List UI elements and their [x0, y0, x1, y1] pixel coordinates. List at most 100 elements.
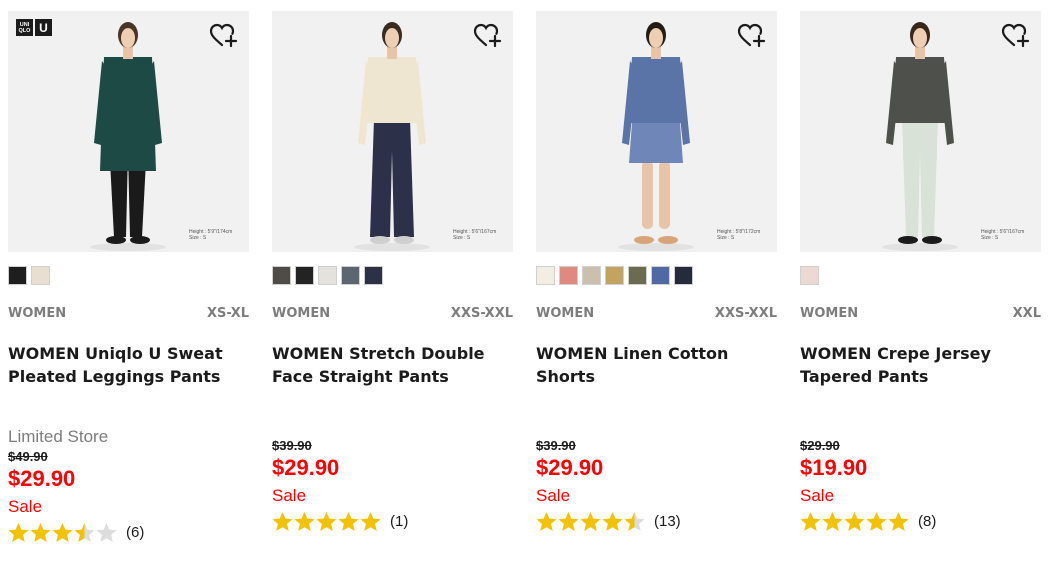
star-icon — [866, 511, 887, 531]
heart-plus-icon[interactable] — [737, 23, 767, 49]
model-size: Size : S — [717, 235, 735, 241]
rating-stars — [8, 522, 117, 543]
sale-price: $29.90 — [536, 455, 604, 480]
review-count: (6) — [126, 523, 145, 541]
color-swatch[interactable] — [559, 266, 578, 285]
color-swatch[interactable] — [272, 266, 291, 285]
product-image[interactable]: Height : 5'6"/167cm Size : S — [800, 11, 1041, 252]
color-swatch[interactable] — [628, 266, 647, 285]
heart-plus-icon[interactable] — [1001, 23, 1031, 49]
logo-uniqlo-mark: UNI QLO — [16, 19, 33, 36]
product-image[interactable]: UNI QLO U Height : 5'9"/174cm Size : S — [8, 11, 249, 252]
star-icon — [800, 511, 821, 531]
color-swatch[interactable] — [674, 266, 693, 285]
color-swatch[interactable] — [295, 266, 314, 285]
product-rating[interactable]: (13) — [536, 508, 777, 534]
color-swatch[interactable] — [582, 266, 601, 285]
star-icon — [360, 511, 381, 531]
review-count: (13) — [654, 512, 681, 530]
star-icon — [888, 511, 909, 531]
product-image[interactable]: Height : 5'6"/167cm Size : S — [272, 11, 513, 252]
model-height-note: Height : 5'6"/167cm Size : S — [981, 229, 1033, 241]
star-icon — [52, 522, 73, 542]
rating-stars — [536, 511, 645, 532]
star-icon — [822, 511, 843, 531]
price-block: $39.90 $29.90 Sale (13) — [536, 437, 777, 534]
product-card[interactable]: Height : 5'8"/172cm Size : S WOMEN XXS-XXL W… — [536, 11, 777, 565]
star-icon — [624, 511, 645, 531]
star-icon — [602, 511, 623, 531]
original-price: $49.90 — [8, 449, 48, 464]
color-swatches — [536, 266, 693, 285]
product-name[interactable]: WOMEN Stretch Double Face Straight Pants — [272, 342, 513, 388]
color-swatch[interactable] — [31, 266, 50, 285]
price-block: $39.90 $29.90 Sale (1) — [272, 437, 513, 534]
color-swatch[interactable] — [536, 266, 555, 285]
heart-plus-icon[interactable] — [209, 23, 239, 49]
logo-u-mark: U — [35, 19, 52, 36]
original-price: $39.90 — [272, 438, 312, 453]
product-name[interactable]: WOMEN Crepe Jersey Tapered Pants — [800, 342, 1041, 388]
model-size: Size : S — [981, 235, 999, 241]
product-card[interactable]: Height : 5'6"/167cm Size : S WOMEN XXS-XXL W… — [272, 11, 513, 565]
size-range: XXS-XXL — [450, 306, 513, 321]
star-icon — [96, 522, 117, 542]
gender-label: WOMEN — [536, 306, 595, 321]
product-meta: WOMEN XXS-XXL — [272, 306, 513, 321]
product-meta: WOMEN XXL — [800, 306, 1041, 321]
review-count: (1) — [390, 512, 409, 530]
size-range: XXL — [1012, 306, 1041, 321]
price-block: $29.90 $19.90 Sale (8) — [800, 437, 1041, 534]
model-size: Size : S — [453, 235, 471, 241]
original-price: $29.90 — [800, 438, 840, 453]
star-icon — [272, 511, 293, 531]
star-icon — [30, 522, 51, 542]
sale-badge: Sale — [536, 486, 571, 505]
sale-badge: Sale — [800, 486, 835, 505]
star-icon — [580, 511, 601, 531]
availability-label: Limited Store — [8, 427, 109, 446]
color-swatch[interactable] — [651, 266, 670, 285]
rating-stars — [272, 511, 381, 532]
color-swatch[interactable] — [800, 266, 819, 285]
sale-badge: Sale — [272, 486, 307, 505]
product-name[interactable]: WOMEN Uniqlo U Sweat Pleated Leggings Pa… — [8, 342, 249, 388]
color-swatches — [272, 266, 383, 285]
review-count: (8) — [918, 512, 937, 530]
star-icon — [558, 511, 579, 531]
product-grid: UNI QLO U Height : 5'9"/174cm Size : S WOMEN… — [8, 11, 1044, 565]
product-meta: WOMEN XS-XL — [8, 306, 249, 321]
star-icon — [294, 511, 315, 531]
color-swatch[interactable] — [364, 266, 383, 285]
model-size: Size : S — [189, 235, 207, 241]
model-height-note: Height : 5'8"/172cm Size : S — [717, 229, 769, 241]
product-rating[interactable]: (6) — [8, 519, 249, 545]
color-swatches — [800, 266, 819, 285]
original-price: $39.90 — [536, 438, 576, 453]
uniqlo-u-logo: UNI QLO U — [16, 19, 52, 36]
product-name[interactable]: WOMEN Linen Cotton Shorts — [536, 342, 777, 388]
size-range: XS-XL — [206, 306, 249, 321]
color-swatch[interactable] — [318, 266, 337, 285]
size-range: XXS-XXL — [714, 306, 777, 321]
sale-badge: Sale — [8, 497, 43, 516]
product-card[interactable]: UNI QLO U Height : 5'9"/174cm Size : S WOMEN… — [8, 11, 249, 565]
heart-plus-icon[interactable] — [473, 23, 503, 49]
color-swatches — [8, 266, 50, 285]
product-rating[interactable]: (8) — [800, 508, 1041, 534]
star-icon — [844, 511, 865, 531]
star-icon — [74, 522, 95, 542]
product-rating[interactable]: (1) — [272, 508, 513, 534]
sale-price: $29.90 — [8, 466, 76, 491]
star-icon — [8, 522, 29, 542]
color-swatch[interactable] — [605, 266, 624, 285]
sale-price: $19.90 — [800, 455, 868, 480]
product-meta: WOMEN XXS-XXL — [536, 306, 777, 321]
color-swatch[interactable] — [8, 266, 27, 285]
gender-label: WOMEN — [272, 306, 331, 321]
color-swatch[interactable] — [341, 266, 360, 285]
product-image[interactable]: Height : 5'8"/172cm Size : S — [536, 11, 777, 252]
rating-stars — [800, 511, 909, 532]
star-icon — [316, 511, 337, 531]
product-card[interactable]: Height : 5'6"/167cm Size : S WOMEN XXL WOMEN… — [800, 11, 1041, 565]
